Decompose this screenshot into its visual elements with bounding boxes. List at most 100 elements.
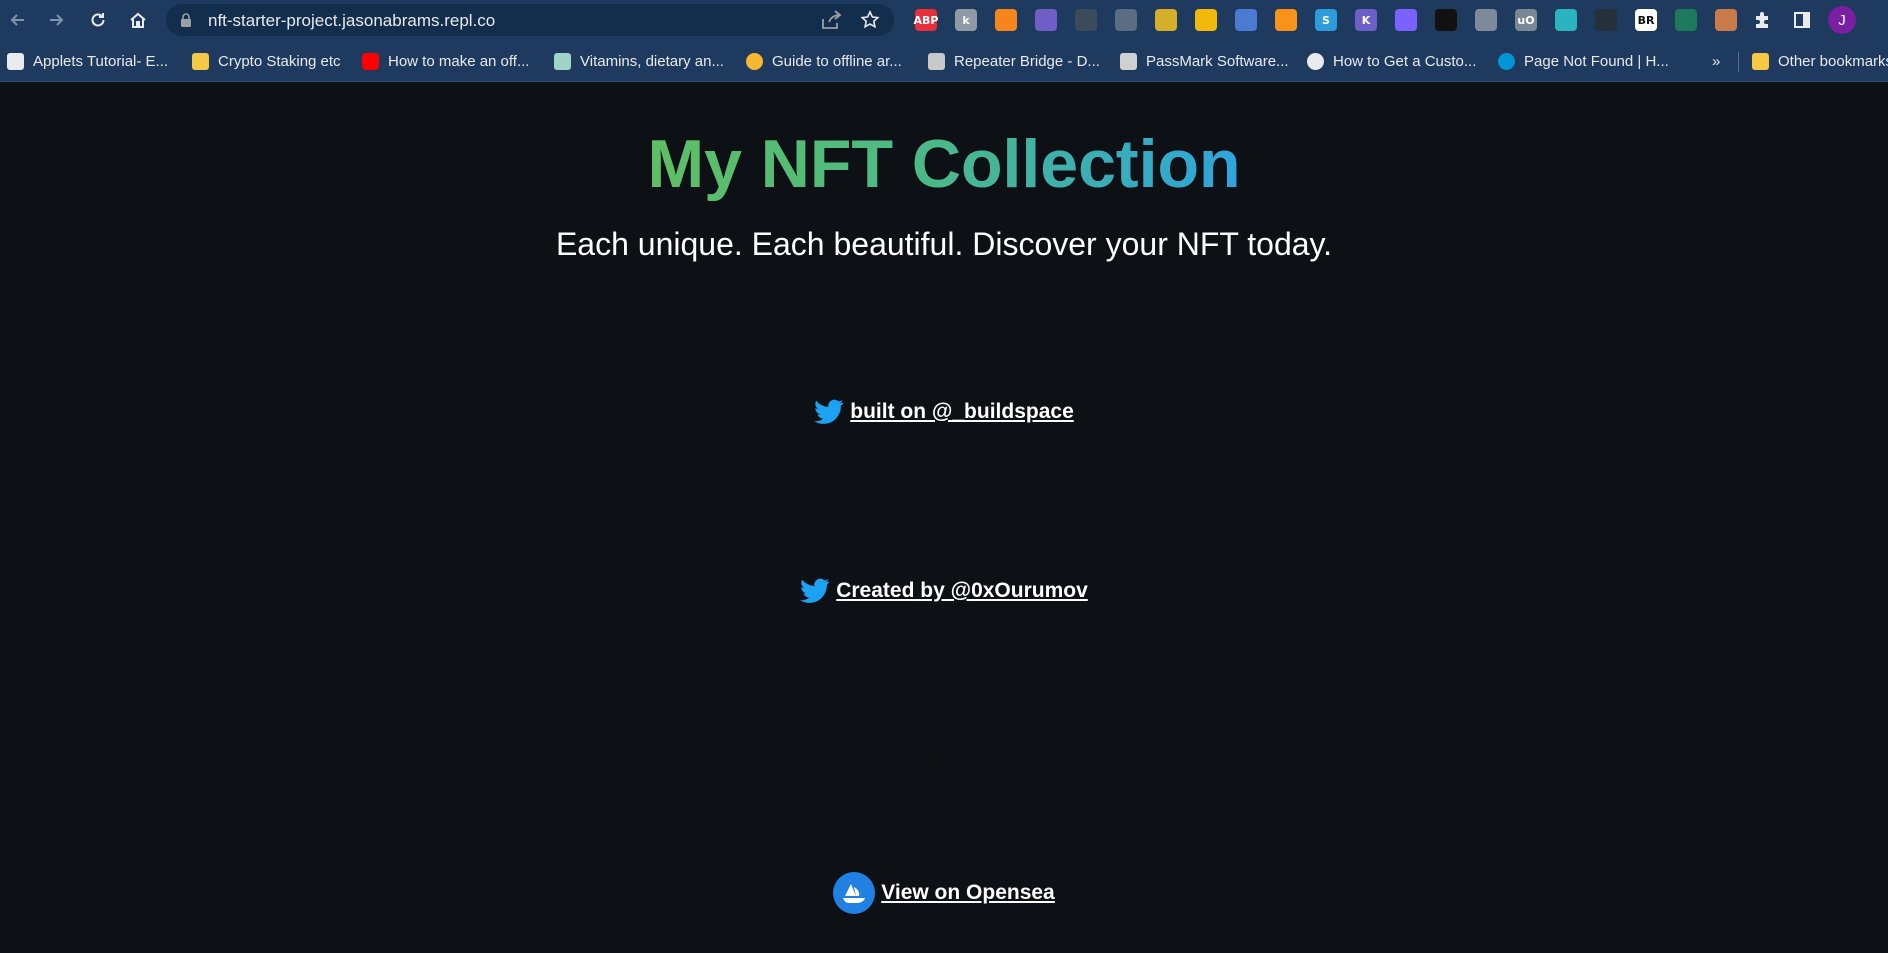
- reload-button[interactable]: [84, 6, 112, 34]
- grid-icon: [1155, 9, 1177, 31]
- lock-icon: [181, 13, 191, 27]
- ublock-icon: uO: [1515, 9, 1537, 31]
- extension-button[interactable]: [1106, 5, 1146, 35]
- puzzle-k-icon: k: [955, 9, 977, 31]
- bookmark-label: Crypto Staking etc: [218, 52, 341, 70]
- extension-button[interactable]: BR: [1626, 5, 1666, 35]
- profile-initial: J: [1838, 11, 1846, 29]
- br-icon: BR: [1635, 9, 1657, 31]
- opensea-link[interactable]: View on Opensea: [881, 881, 1055, 905]
- extension-button[interactable]: [1026, 5, 1066, 35]
- url-text: nft-starter-project.jasonabrams.repl.co: [208, 11, 496, 30]
- extension-button[interactable]: k: [946, 5, 986, 35]
- extensions-bar: ABP k S KuO BR: [906, 5, 1746, 35]
- extension-button[interactable]: [1666, 5, 1706, 35]
- cosmos-icon: [1555, 9, 1577, 31]
- side-panel-icon: [1794, 12, 1810, 28]
- extensions-button[interactable]: [1748, 6, 1776, 34]
- share-icon[interactable]: [820, 10, 842, 30]
- bookmark-label: Vitamins, dietary an...: [580, 52, 724, 70]
- address-bar[interactable]: nft-starter-project.jasonabrams.repl.co: [166, 4, 894, 36]
- reload-icon: [91, 13, 105, 27]
- metamask-icon: [995, 9, 1017, 31]
- globe-icon: [1307, 52, 1324, 70]
- browser-toolbar: nft-starter-project.jasonabrams.repl.co …: [0, 0, 1888, 40]
- twitter-icon: [814, 399, 844, 425]
- page-title: My NFT Collection: [0, 125, 1888, 203]
- extension-button[interactable]: [1386, 5, 1426, 35]
- bookmark-item[interactable]: How to make an off...: [362, 49, 529, 73]
- bookmark-item[interactable]: Repeater Bridge - D...: [928, 49, 1100, 73]
- bookmarks-bar: Applets Tutorial- E... Crypto Staking et…: [0, 40, 1888, 82]
- avatar-ext-icon: [1715, 9, 1737, 31]
- mint-count-text: 5: [938, 750, 949, 770]
- satellite-icon: [1235, 9, 1257, 31]
- hp-icon: [1498, 52, 1515, 70]
- extension-button[interactable]: [986, 5, 1026, 35]
- extension-button[interactable]: ABP: [906, 5, 946, 35]
- back-button[interactable]: [4, 6, 32, 34]
- ghost-icon: [1395, 9, 1417, 31]
- extension-button[interactable]: [1146, 5, 1186, 35]
- opensea-icon: [833, 872, 876, 914]
- bookmark-item[interactable]: How to Get a Custo...: [1307, 49, 1476, 73]
- extension-button[interactable]: [1466, 5, 1506, 35]
- more-bookmarks-label: »: [1712, 52, 1721, 70]
- folder-icon: [1752, 52, 1769, 70]
- page-subtitle: Each unique. Each beautiful. Discover yo…: [555, 226, 1333, 262]
- bookmark-star-icon[interactable]: [860, 10, 880, 30]
- applets-icon: [7, 52, 24, 70]
- extension-button[interactable]: [1266, 5, 1306, 35]
- bookmark-item[interactable]: Applets Tutorial- E...: [7, 49, 168, 73]
- bookmark-item[interactable]: Vitamins, dietary an...: [554, 49, 724, 73]
- bookmarks-divider: [1738, 52, 1739, 72]
- puzzle-icon: [1756, 12, 1768, 28]
- extension-button[interactable]: [1706, 5, 1746, 35]
- page-title-text: My NFT Collection: [647, 126, 1241, 202]
- s-icon: S: [1315, 9, 1337, 31]
- bookmark-label: Applets Tutorial- E...: [33, 52, 169, 70]
- buildspace-link[interactable]: built on @_buildspace: [850, 400, 1074, 424]
- bookmark-item[interactable]: Guide to offline ar...: [746, 49, 902, 73]
- extension-button[interactable]: [1186, 5, 1226, 35]
- twitter-icon: [800, 578, 830, 604]
- home-button[interactable]: [124, 6, 152, 34]
- wave-icon: [1595, 9, 1617, 31]
- more-bookmarks-button[interactable]: »: [1712, 49, 1720, 73]
- bookmark-label: How to make an off...: [388, 52, 530, 70]
- bitcoin-icon: [746, 52, 763, 70]
- forward-button[interactable]: [42, 6, 70, 34]
- creator-link[interactable]: Created by @0xOurumov: [836, 579, 1088, 603]
- side-panel-button[interactable]: [1788, 6, 1816, 34]
- bookmark-item[interactable]: Crypto Staking etc: [192, 49, 341, 73]
- creator-link-row: Created by @0xOurumov: [0, 578, 1888, 604]
- extension-button[interactable]: uO: [1506, 5, 1546, 35]
- extension-button[interactable]: [1546, 5, 1586, 35]
- arc-icon: [1115, 9, 1137, 31]
- bookmark-label: Repeater Bridge - D...: [954, 52, 1100, 70]
- page-content: My NFT Collection Each unique. Each beau…: [0, 83, 1888, 953]
- extension-button[interactable]: [1066, 5, 1106, 35]
- compass-icon: [1675, 9, 1697, 31]
- other-bookmarks-button[interactable]: Other bookmarks: [1752, 49, 1888, 73]
- back-arrow-icon: [10, 14, 24, 26]
- extension-button[interactable]: [1226, 5, 1266, 35]
- home-icon: [130, 12, 146, 28]
- vitamins-icon: [554, 52, 571, 70]
- buildspace-link-row: built on @_buildspace: [0, 399, 1888, 425]
- bookmark-item[interactable]: PassMark Software...: [1120, 49, 1289, 73]
- robot-icon: [1075, 9, 1097, 31]
- youtube-icon: [362, 52, 379, 70]
- bookmark-label: PassMark Software...: [1146, 52, 1289, 70]
- repeater-icon: [928, 52, 945, 70]
- extension-button[interactable]: K: [1346, 5, 1386, 35]
- bookmark-item[interactable]: Page Not Found | H...: [1498, 49, 1669, 73]
- profile-avatar-button[interactable]: J: [1828, 6, 1856, 34]
- github-icon: [1035, 9, 1057, 31]
- extension-button[interactable]: [1586, 5, 1626, 35]
- extension-button[interactable]: [1426, 5, 1466, 35]
- bookmark-label: Page Not Found | H...: [1524, 52, 1669, 70]
- extension-button[interactable]: S: [1306, 5, 1346, 35]
- chart-icon: [1475, 9, 1497, 31]
- forward-arrow-icon: [50, 14, 64, 26]
